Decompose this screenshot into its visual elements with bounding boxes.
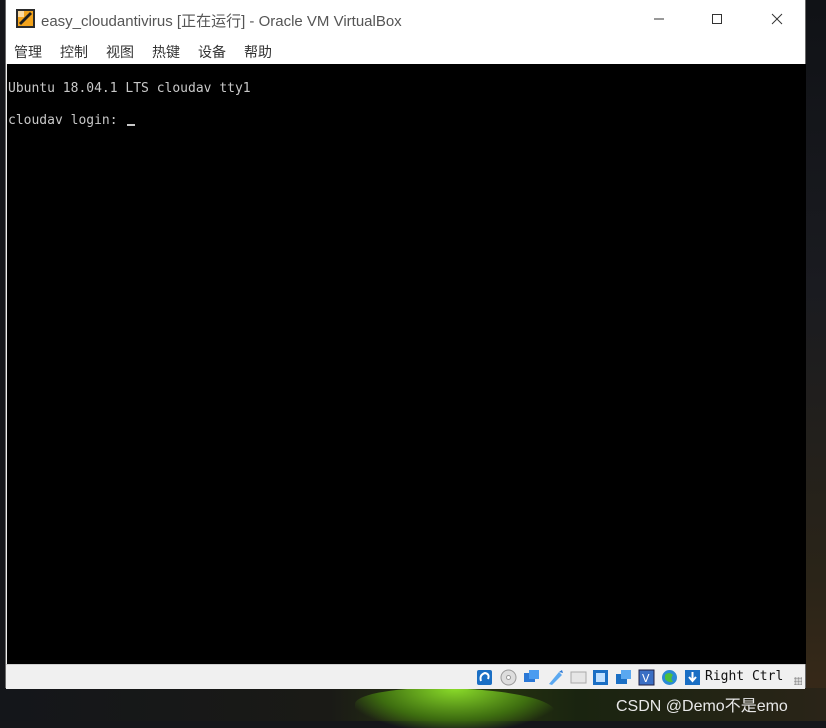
- hard-disk-icon[interactable]: [476, 669, 493, 686]
- close-button[interactable]: [754, 0, 800, 37]
- svg-text:V: V: [642, 672, 650, 685]
- menu-control[interactable]: 控制: [60, 42, 88, 62]
- optical-drive-icon[interactable]: [500, 669, 517, 686]
- login-prompt-text: cloudav login:: [8, 113, 126, 128]
- shared-folders-icon[interactable]: [592, 669, 609, 686]
- vm-display[interactable]: Ubuntu 18.04.1 LTS cloudav tty1 cloudav …: [7, 64, 806, 664]
- menu-devices[interactable]: 设备: [198, 42, 226, 62]
- virtualbox-vm-window: easy_cloudantivirus [正在运行] - Oracle VM V…: [5, 0, 806, 689]
- minimize-button[interactable]: [636, 0, 682, 37]
- network-icon[interactable]: [547, 669, 564, 686]
- host-key-label: Right Ctrl: [705, 669, 784, 684]
- close-icon: [771, 13, 783, 24]
- desktop-background: [806, 0, 826, 721]
- window-title: easy_cloudantivirus [正在运行] - Oracle VM V…: [41, 13, 402, 30]
- virtualbox-app-icon: [16, 9, 35, 28]
- menu-help[interactable]: 帮助: [244, 42, 272, 62]
- minimize-icon: [654, 18, 664, 19]
- title-bar[interactable]: easy_cloudantivirus [正在运行] - Oracle VM V…: [6, 0, 805, 37]
- menu-hotkeys[interactable]: 热键: [152, 42, 180, 62]
- status-bar: V Right Ctrl: [6, 664, 805, 689]
- menu-view[interactable]: 视图: [106, 42, 134, 62]
- text-cursor: [127, 124, 136, 126]
- display-icon[interactable]: [615, 669, 632, 686]
- usb-icon[interactable]: [570, 669, 587, 686]
- mouse-integration-icon[interactable]: [661, 669, 678, 686]
- keyboard-icon[interactable]: [684, 669, 701, 686]
- menu-machine[interactable]: 管理: [14, 42, 42, 62]
- console-banner: Ubuntu 18.04.1 LTS cloudav tty1: [8, 81, 251, 96]
- cpu-icon[interactable]: V: [638, 669, 655, 686]
- audio-icon[interactable]: [523, 669, 540, 686]
- maximize-button[interactable]: [694, 0, 740, 37]
- menu-bar: 管理 控制 视图 热键 设备 帮助: [6, 37, 805, 64]
- watermark-text: CSDN @Demo不是emo: [616, 698, 788, 715]
- console-login-prompt: cloudav login:: [8, 113, 136, 128]
- maximize-icon: [712, 13, 722, 24]
- resize-grip[interactable]: [794, 677, 802, 685]
